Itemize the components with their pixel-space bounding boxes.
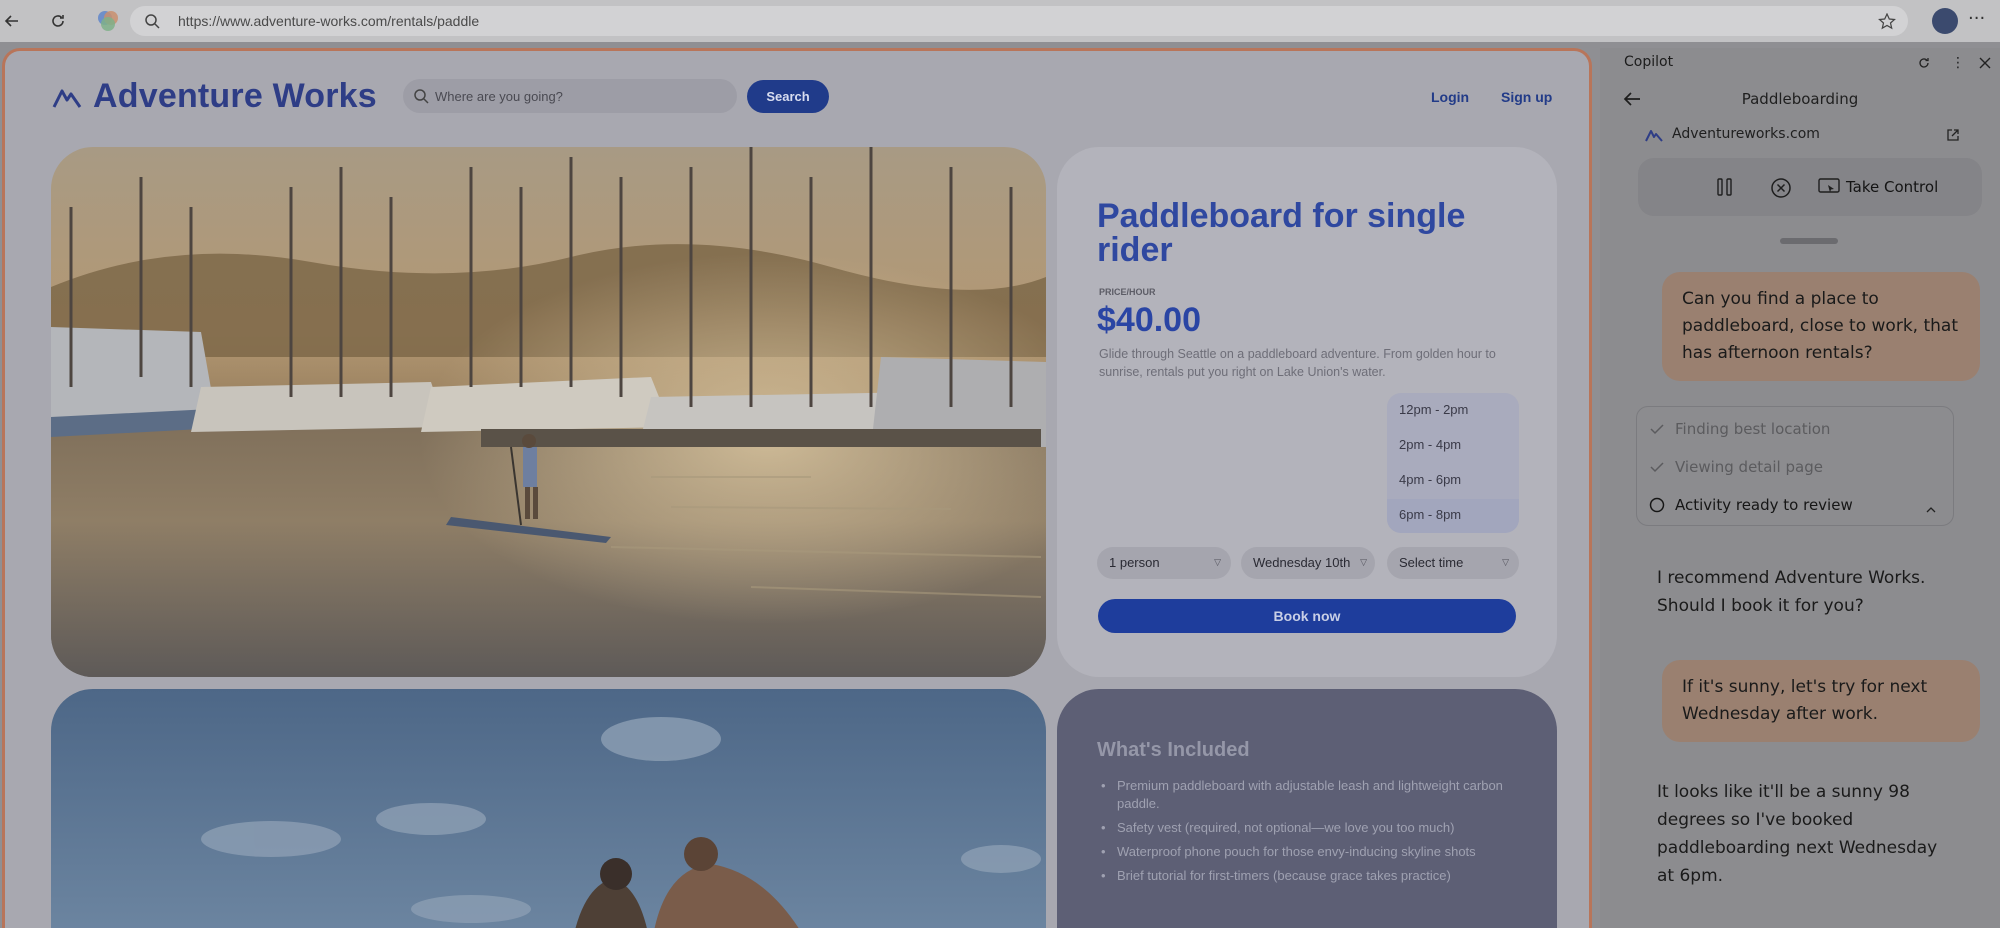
party-size-select[interactable]: 1 person ▽ <box>1097 547 1231 579</box>
date-select[interactable]: Wednesday 10th ▽ <box>1241 547 1375 579</box>
included-list: Premium paddleboard with adjustable leas… <box>1101 777 1521 891</box>
time-select[interactable]: Select time ▽ <box>1387 547 1519 579</box>
list-item: Waterproof phone pouch for those envy-in… <box>1101 843 1521 861</box>
profile-avatar[interactable] <box>1932 8 1958 34</box>
copilot-logo-icon[interactable] <box>96 9 120 33</box>
take-control-button[interactable]: Take Control <box>1818 174 1938 200</box>
copilot-title: Copilot <box>1624 54 1674 70</box>
screen-cursor-icon <box>1818 178 1840 193</box>
user-message: Can you find a place to paddleboard, clo… <box>1662 272 1980 381</box>
more-vertical-icon[interactable]: ⋮ <box>1949 54 1967 72</box>
time-option-selected[interactable]: 6pm - 8pm <box>1399 507 1461 522</box>
search-button[interactable]: Search <box>747 80 829 113</box>
marina-paddleboard-photo <box>51 147 1046 677</box>
source-row: Adventureworks.com <box>1644 124 1960 148</box>
whats-included-title: What's Included <box>1097 739 1250 761</box>
signup-link[interactable]: Sign up <box>1501 89 1552 105</box>
progress-step: Viewing detail page <box>1649 455 1823 479</box>
empty-circle-icon <box>1649 497 1665 513</box>
address-bar[interactable]: https://www.adventure-works.com/rentals/… <box>130 6 1908 36</box>
product-description: Glide through Seattle on a paddleboard a… <box>1099 347 1496 379</box>
checkmark-icon <box>1650 424 1664 435</box>
user-message: If it's sunny, let's try for next Wednes… <box>1662 660 1980 742</box>
webpage-frame: Adventure Works Search Login Sign up <box>2 48 1592 928</box>
time-option[interactable]: 4pm - 6pm <box>1399 472 1461 487</box>
conversation-title: Paddleboarding <box>1741 90 1859 108</box>
pause-icon[interactable] <box>1716 177 1734 201</box>
adventure-works-logo-icon <box>1645 130 1663 142</box>
couple-paddleboard-photo <box>51 689 1046 928</box>
price-label: PRICE/HOUR <box>1099 287 1156 297</box>
time-value: Select time <box>1399 555 1464 570</box>
search-icon <box>414 89 429 104</box>
time-option[interactable]: 2pm - 4pm <box>1399 437 1461 452</box>
source-site-name: Adventureworks.com <box>1672 126 1820 142</box>
assistant-message: I recommend Adventure Works. Should I bo… <box>1657 568 1926 616</box>
checkmark-icon <box>1650 462 1664 473</box>
booking-card: Paddleboard for single rider PRICE/HOUR … <box>1057 147 1557 677</box>
mountain-logo-icon <box>52 89 82 108</box>
close-icon[interactable] <box>1976 54 1994 72</box>
copilot-pane: Copilot ⋮ Paddleboarding Adventureworks.… <box>1600 48 2000 928</box>
site-logo[interactable]: Adventure Works <box>51 77 377 116</box>
list-item: Premium paddleboard with adjustable leas… <box>1101 777 1521 813</box>
product-title: Paddleboard for single rider <box>1097 197 1466 269</box>
brand-name: Adventure Works <box>93 77 377 115</box>
step-label: Viewing detail page <box>1675 458 1823 476</box>
party-size-value: 1 person <box>1109 555 1160 570</box>
list-item: Brief tutorial for first-timers (because… <box>1101 867 1521 885</box>
refresh-icon[interactable] <box>1915 54 1933 72</box>
refresh-icon[interactable] <box>46 9 70 33</box>
agent-control-bar: Take Control <box>1638 158 1982 216</box>
more-horizontal-icon[interactable]: ··· <box>1968 8 1985 29</box>
chevron-down-icon: ▽ <box>1502 557 1509 567</box>
whats-included-card: What's Included Premium paddleboard with… <box>1057 689 1557 928</box>
progress-step: Finding best location <box>1649 417 1830 441</box>
login-link[interactable]: Login <box>1431 89 1469 105</box>
book-now-button[interactable]: Book now <box>1098 599 1516 633</box>
back-arrow-icon[interactable] <box>0 9 24 33</box>
price-value: $40.00 <box>1097 301 1201 339</box>
stop-icon[interactable] <box>1770 177 1792 203</box>
browser-toolbar: https://www.adventure-works.com/rentals/… <box>0 0 2000 42</box>
open-external-icon[interactable] <box>1946 128 1960 142</box>
progress-step: Activity ready to review <box>1649 493 1853 517</box>
list-item: Safety vest (required, not optional—we l… <box>1101 819 1521 837</box>
date-value: Wednesday 10th <box>1253 555 1351 570</box>
assistant-message: It looks like it'll be a sunny 98 degree… <box>1657 782 1938 886</box>
take-control-label: Take Control <box>1846 178 1939 196</box>
destination-search[interactable] <box>403 79 737 113</box>
favorites-star-icon[interactable] <box>1878 13 1896 30</box>
time-dropdown-list: 12pm - 2pm 2pm - 4pm 4pm - 6pm 6pm - 8pm <box>1387 393 1519 533</box>
chevron-up-icon[interactable] <box>1925 499 1937 518</box>
step-label: Finding best location <box>1675 420 1831 438</box>
search-icon <box>145 14 160 29</box>
drag-handle[interactable] <box>1780 238 1838 244</box>
site-header: Adventure Works Search Login Sign up <box>5 51 1589 131</box>
step-label: Activity ready to review <box>1675 496 1853 514</box>
chevron-down-icon: ▽ <box>1214 557 1221 567</box>
address-url[interactable]: https://www.adventure-works.com/rentals/… <box>178 13 479 29</box>
task-progress-card: Finding best location Viewing detail pag… <box>1636 406 1954 526</box>
chevron-down-icon: ▽ <box>1360 557 1367 567</box>
time-option[interactable]: 12pm - 2pm <box>1399 402 1468 417</box>
destination-search-input[interactable] <box>435 79 725 113</box>
